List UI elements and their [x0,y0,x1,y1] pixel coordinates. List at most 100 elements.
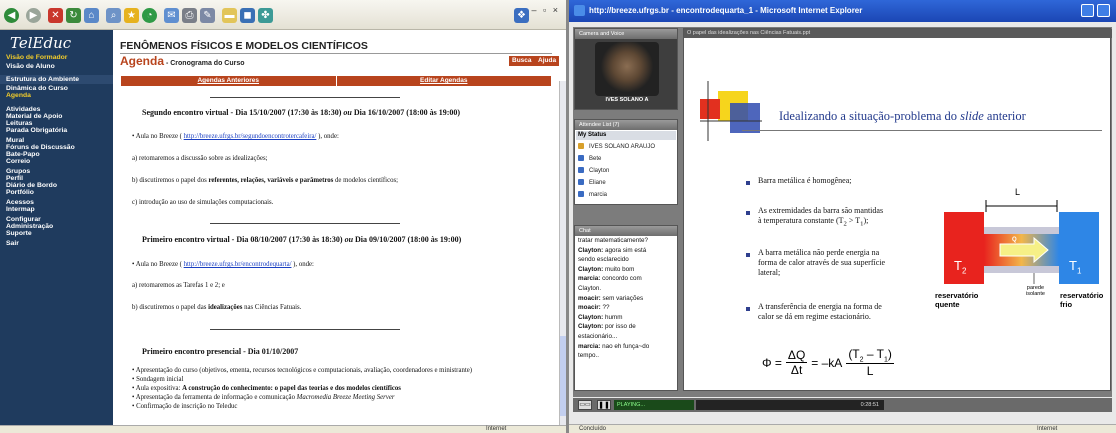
home-icon[interactable]: ⌂ [84,8,99,23]
window-controls[interactable]: – ▫ × [532,5,560,15]
separator [210,329,400,330]
my-status-dropdown[interactable]: My Status [576,131,676,140]
bullet-dot [746,253,750,257]
list-item-3: • Aula expositiva: A construção do conhe… [132,385,401,392]
sidebar-item[interactable]: Atividades [6,106,40,113]
cold-reservoir-label: reservatório frio [1060,291,1104,309]
page-scrollbar[interactable] [559,81,566,425]
sidebar-item[interactable]: Sair [6,240,19,247]
mail-icon[interactable]: ✉ [164,8,179,23]
list-item-2: • Sondagem inicial [132,376,184,383]
help-button[interactable]: Ajuda [535,56,559,66]
slide-panel: O papel das idealizações nas Ciências Fa… [683,28,1112,391]
sidebar-item[interactable]: Mural [6,137,24,144]
sidebar-item[interactable]: Grupos [6,168,30,175]
page-title: FENÔMENOS FÍSICOS E MODELOS CIENTÍFICOS [120,40,368,52]
status-done: Concluído [579,426,607,432]
sidebar-item[interactable]: Visão de Formador [6,54,67,61]
formula-fraction-1: ΔQ Δt [785,348,808,378]
bullet-1: Barra metálica é homogênea; [758,176,852,185]
sidebar-item[interactable]: Portfólio [6,189,34,196]
windows-logo-icon: ❖ [514,8,529,23]
sidebar-item[interactable]: Leituras [6,120,32,127]
maximize-button[interactable] [1097,4,1110,17]
sidebar-item[interactable]: Suporte [6,230,32,237]
sidebar-item[interactable]: Configurar [6,216,41,223]
length-label: L [1015,187,1021,197]
sidebar-item[interactable]: Fóruns de Discussão [6,144,75,151]
stop-icon[interactable]: ✕ [48,8,63,23]
search-icon[interactable]: ⌕ [106,8,121,23]
formula-mid: = –kA [811,355,843,370]
playback-status: PLAYING... [614,400,694,410]
sidebar-item[interactable]: Bate-Papo [6,151,40,158]
back-icon[interactable]: ◀ [4,8,19,23]
sidebar-item[interactable]: Correio [6,158,30,165]
playback-progress[interactable]: 0:28:51 [696,400,884,410]
sidebar-item[interactable]: Administração [6,223,53,230]
blue-square [730,103,760,133]
forward-icon[interactable]: ▶ [26,8,41,23]
breeze-link-1[interactable]: http://breeze.ufrgs.br/segundoencontrote… [184,133,317,140]
breeze-link-2[interactable]: http://breeze.ufrgs.br/encontrodequarta/ [184,261,292,268]
sidebar-item[interactable]: Agenda [6,92,31,99]
sidebar-item[interactable]: Acessos [6,199,34,206]
favorites-icon[interactable]: ★ [124,8,139,23]
history-icon[interactable]: ◔ [142,8,157,23]
list-item-4: • Apresentação da ferramenta de informaç… [132,394,395,401]
research-icon[interactable]: ✤ [258,8,273,23]
camera-voice-panel: Camera and Voice IVES SOLANO A [574,28,678,110]
chat-line: estacionário... [578,333,618,340]
attendee-item[interactable]: IVES SOLANO ARAUJO [578,143,655,150]
chat-line: Clayton. [578,285,602,292]
agenda-content: FENÔMENOS FÍSICOS E MODELOS CIENTÍFICOS … [113,30,559,425]
status-bar: Internet [0,425,566,433]
attendee-panel-header: Attendee List (7) [575,120,677,130]
sidebar-item[interactable]: Dinâmica do Curso [6,85,68,92]
chat-line: marcia: nao eh funça~do [578,342,650,350]
sidebar-item[interactable]: Diário de Bordo [6,182,57,189]
minimize-button[interactable] [1081,4,1094,17]
search-button[interactable]: Busca [509,56,535,66]
attendee-item[interactable]: Clayton [578,167,609,174]
sidebar-item[interactable]: Material de Apoio [6,113,62,120]
pause-button[interactable]: ❚❚ [597,400,611,410]
previous-agendas-link[interactable]: Agendas Anteriores [121,76,336,86]
edit-icon[interactable]: ✎ [200,8,215,23]
messenger-icon[interactable]: ◼ [240,8,255,23]
attendee-item[interactable]: Eliane [578,179,606,186]
agenda-title: Agenda [120,54,165,68]
sidebar-item[interactable]: Intermap [6,206,35,213]
chat-line: moacir: ?? [578,304,610,312]
formula-phi: Φ = [762,355,782,370]
user-icon [578,179,584,185]
sidebar-item[interactable]: Parada Obrigatória [6,127,67,134]
attendee-item[interactable]: marcia [578,191,607,198]
section-heading-1st-virtual: Primeiro encontro virtual - Dia 08/10/20… [142,235,462,244]
layout-toggle-icon[interactable]: ▭▭ [578,400,592,410]
item-b-2: b) discutiremos o papel das idealizações… [132,304,302,311]
folder-icon[interactable]: ▬ [222,8,237,23]
chat-line: Clayton: muito bom [578,265,635,273]
title-rule [742,130,1102,131]
teleduc-browser-window: ◀ ▶ ✕ ↻ ⌂ ⌕ ★ ◔ ✉ ⎙ ✎ ▬ ◼ ✤ ❖ – ▫ × TelE… [0,0,566,433]
edit-agendas-link[interactable]: Editar Agendas [335,76,552,86]
agenda-heading: Agenda - Cronograma do Curso [120,54,245,68]
user-icon [578,167,584,173]
attendee-list-panel: Attendee List (7) My Status IVES SOLANO … [574,119,678,205]
section-heading-presencial: Primeiro encontro presencial - Dia 01/10… [142,347,299,356]
sidebar-item[interactable]: Perfil [6,175,23,182]
item-a-2: a) retomaremos as Tarefas 1 e 2; e [132,282,225,289]
slide-decoration [700,81,762,141]
attendee-item[interactable]: Bete [578,155,601,162]
attendee-name: Eliane [589,180,606,186]
refresh-icon[interactable]: ↻ [66,8,81,23]
sidebar-item[interactable]: Visão de Aluno [6,63,55,70]
sidebar-item[interactable]: Estrutura do Ambiente [0,75,113,84]
hot-reservoir-label: reservatório quente [935,291,979,309]
item-c-1: c) introdução ao uso de simulações compu… [132,199,274,206]
separator [210,97,400,98]
print-icon[interactable]: ⎙ [182,8,197,23]
window-title: http://breeze.ufrgs.br - encontrodequart… [589,6,863,15]
playback-controls: ▭▭ ❚❚ PLAYING... 0:28:51 [573,398,1112,412]
